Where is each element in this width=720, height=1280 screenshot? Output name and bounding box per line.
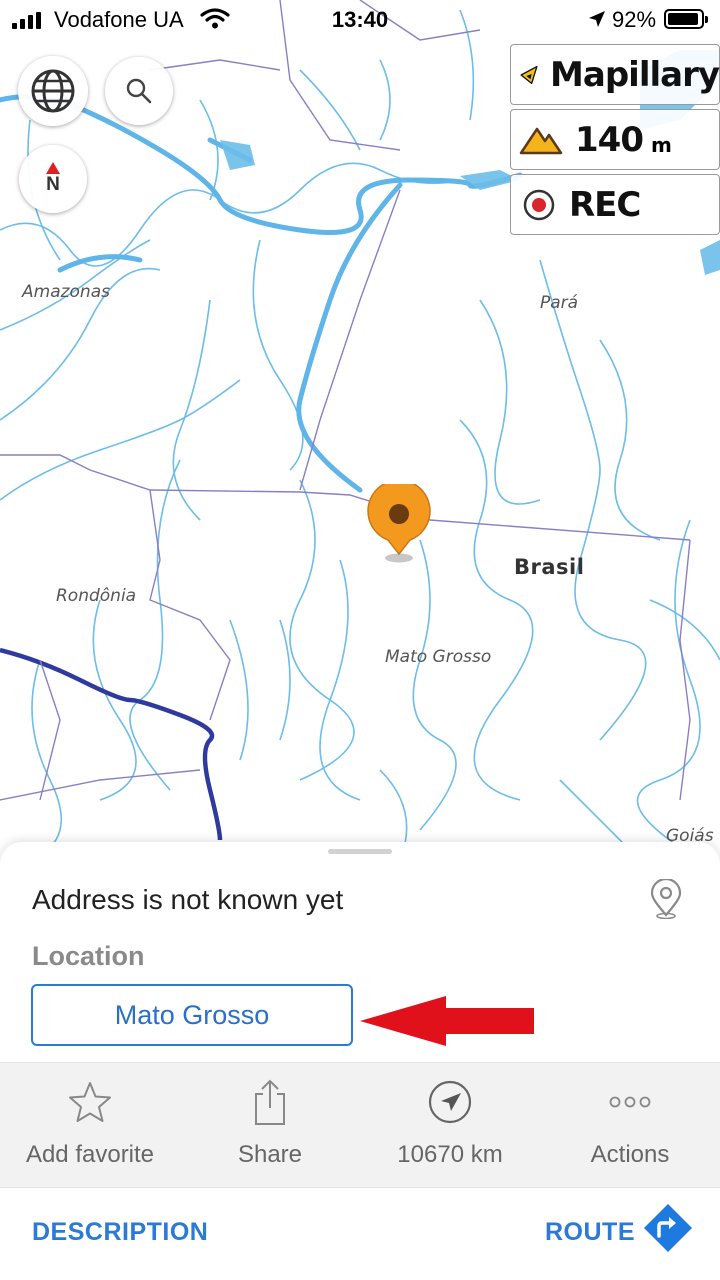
location-pin-icon[interactable] <box>366 479 432 569</box>
share-label: Share <box>237 1141 303 1168</box>
search-icon <box>126 78 152 104</box>
globe-button[interactable] <box>18 56 88 126</box>
region-label-amazonas: Amazonas <box>22 282 110 302</box>
distance-button[interactable]: 10670 km <box>360 1063 540 1189</box>
address-text: Address is not known yet <box>32 884 344 915</box>
actions-label: Actions <box>590 1141 670 1168</box>
region-label-para: Pará <box>540 293 579 313</box>
globe-icon <box>31 69 75 113</box>
action-bar: Add favorite Share 10670 km Actions <box>0 1062 720 1188</box>
direction-icon <box>428 1080 472 1124</box>
battery-percentage: 92% <box>612 7 657 32</box>
place-bottom-sheet[interactable]: Address is not known yet Location Mato G… <box>0 842 720 1280</box>
record-icon <box>523 189 555 220</box>
description-link[interactable]: DESCRIPTION <box>32 1218 208 1247</box>
share-button[interactable]: Share <box>180 1063 360 1189</box>
add-favorite-label: Add favorite <box>25 1141 155 1168</box>
rec-panel[interactable]: REC <box>510 174 720 235</box>
mountain-icon <box>519 127 563 154</box>
battery-icon <box>664 9 708 29</box>
location-label: Location <box>32 941 145 971</box>
altitude-unit: m <box>650 132 672 157</box>
altitude-value: 140 <box>575 119 644 160</box>
share-icon <box>255 1079 285 1125</box>
location-marker-icon[interactable] <box>648 879 684 919</box>
add-favorite-button[interactable]: Add favorite <box>0 1063 180 1189</box>
location-chip[interactable]: Mato Grosso <box>31 984 353 1046</box>
route-link[interactable]: ROUTE <box>545 1218 635 1247</box>
star-icon <box>69 1082 111 1122</box>
region-label-mato-grosso: Mato Grosso <box>385 647 492 667</box>
mapillary-icon <box>520 65 538 84</box>
distance-label: 10670 km <box>397 1141 503 1168</box>
status-bar: Vodafone UA 13:40 92% <box>0 0 720 40</box>
compass-icon: N <box>46 162 60 196</box>
country-label-brasil: Brasil <box>514 555 585 579</box>
more-actions-button[interactable]: Actions <box>540 1063 720 1189</box>
mapillary-panel[interactable]: Mapillary <box>510 44 720 105</box>
location-arrow-icon <box>589 11 605 27</box>
search-button[interactable] <box>105 57 173 125</box>
annotation-arrow-icon <box>360 996 534 1046</box>
mapillary-label: Mapillary <box>550 54 720 95</box>
sheet-grabber[interactable] <box>328 849 392 854</box>
compass-button[interactable]: N <box>19 145 87 213</box>
altitude-panel[interactable]: 140 m <box>510 109 720 170</box>
rec-label: REC <box>569 184 641 225</box>
region-label-rondonia: Rondônia <box>56 586 137 606</box>
route-icon[interactable] <box>642 1202 694 1254</box>
more-icon <box>609 1096 651 1108</box>
